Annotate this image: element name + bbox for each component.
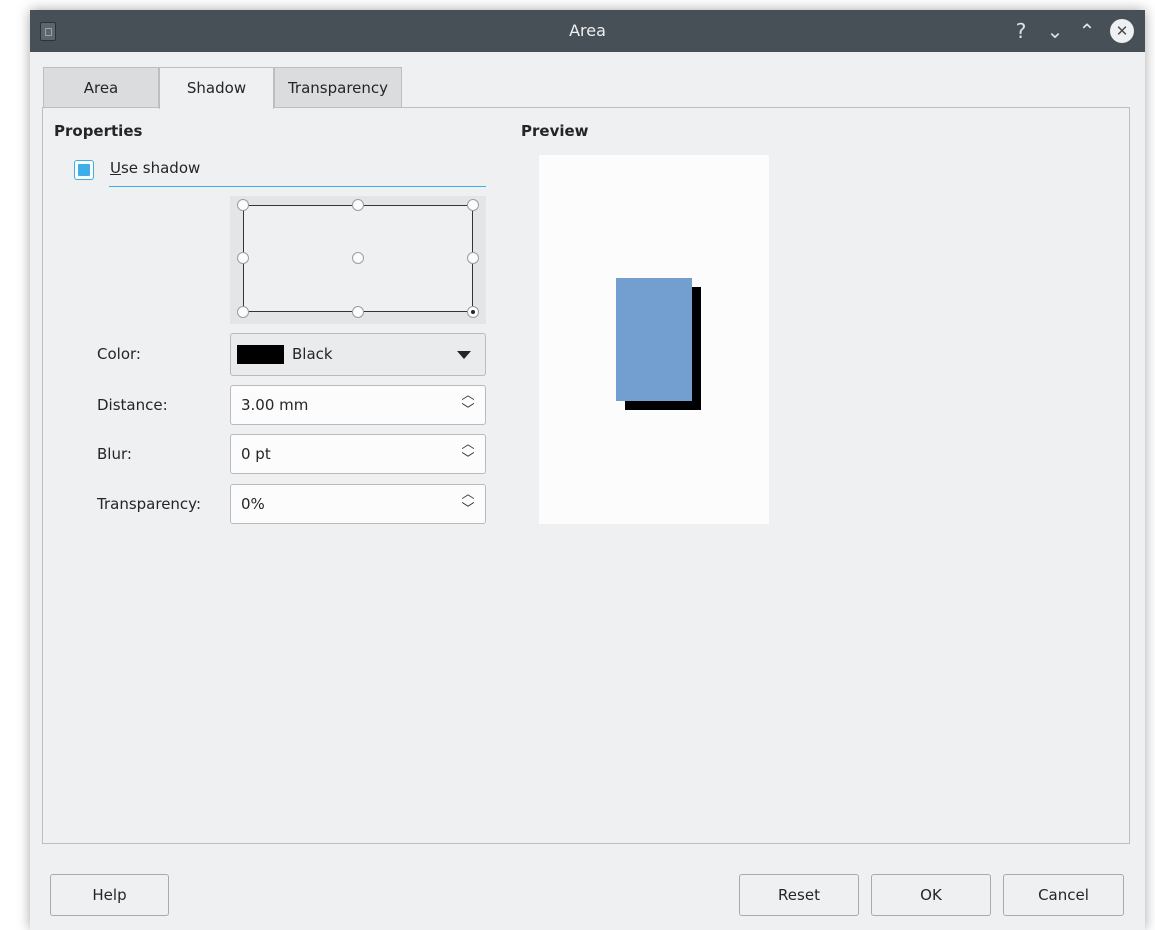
use-shadow-checkbox[interactable] [74, 160, 94, 180]
position-handle-bottom[interactable] [352, 306, 364, 318]
window-title: Area [569, 21, 606, 40]
area-dialog: Area ? ⌄ ⌃ ✕ Area Shadow Transparency Pr… [30, 10, 1145, 930]
minimize-icon[interactable]: ⌄ [1042, 18, 1068, 44]
preview-canvas [539, 155, 769, 524]
tab-area[interactable]: Area [43, 67, 159, 107]
focus-indicator [109, 186, 486, 187]
position-handle-left[interactable] [237, 252, 249, 264]
use-shadow-label[interactable]: Use shadow [110, 159, 200, 177]
spin-arrows-icon[interactable]: ︿ ﹀ [459, 487, 477, 521]
spin-arrows-icon[interactable]: ︿ ﹀ [459, 388, 477, 422]
position-handle-top-right[interactable] [467, 199, 479, 211]
color-swatch [237, 345, 284, 364]
color-dropdown[interactable]: Black [230, 333, 486, 376]
distance-value: 3.00 mm [241, 396, 309, 414]
position-handle-bottom-right[interactable] [467, 306, 479, 318]
maximize-icon[interactable]: ⌃ [1074, 18, 1100, 44]
tab-transparency[interactable]: Transparency [274, 67, 402, 107]
transparency-value: 0% [241, 495, 265, 513]
position-handle-top-left[interactable] [237, 199, 249, 211]
position-handle-top[interactable] [352, 199, 364, 211]
ok-button[interactable]: OK [871, 874, 991, 916]
blur-value: 0 pt [241, 445, 271, 463]
dropdown-arrow-icon [457, 351, 471, 359]
help-button[interactable]: Help [50, 874, 169, 916]
position-handle-center[interactable] [352, 252, 364, 264]
title-bar[interactable]: Area ? ⌄ ⌃ ✕ [30, 10, 1145, 52]
blur-spinbox[interactable]: 0 pt ︿ ﹀ [230, 434, 486, 474]
cancel-button[interactable]: Cancel [1003, 874, 1124, 916]
close-icon[interactable]: ✕ [1110, 19, 1134, 43]
color-value: Black [292, 345, 333, 363]
color-label: Color: [97, 345, 141, 363]
position-handle-bottom-left[interactable] [237, 306, 249, 318]
transparency-spinbox[interactable]: 0% ︿ ﹀ [230, 484, 486, 524]
preview-object [616, 278, 692, 401]
distance-label: Distance: [97, 396, 168, 414]
spin-arrows-icon[interactable]: ︿ ﹀ [459, 437, 477, 471]
distance-spinbox[interactable]: 3.00 mm ︿ ﹀ [230, 385, 486, 425]
reset-button[interactable]: Reset [739, 874, 859, 916]
position-handle-right[interactable] [467, 252, 479, 264]
shadow-position-selector[interactable] [230, 196, 486, 324]
transparency-label: Transparency: [97, 495, 202, 513]
tab-shadow[interactable]: Shadow [159, 67, 274, 109]
blur-label: Blur: [97, 445, 132, 463]
properties-heading: Properties [54, 122, 143, 140]
preview-heading: Preview [521, 122, 589, 140]
help-icon[interactable]: ? [1008, 18, 1034, 44]
